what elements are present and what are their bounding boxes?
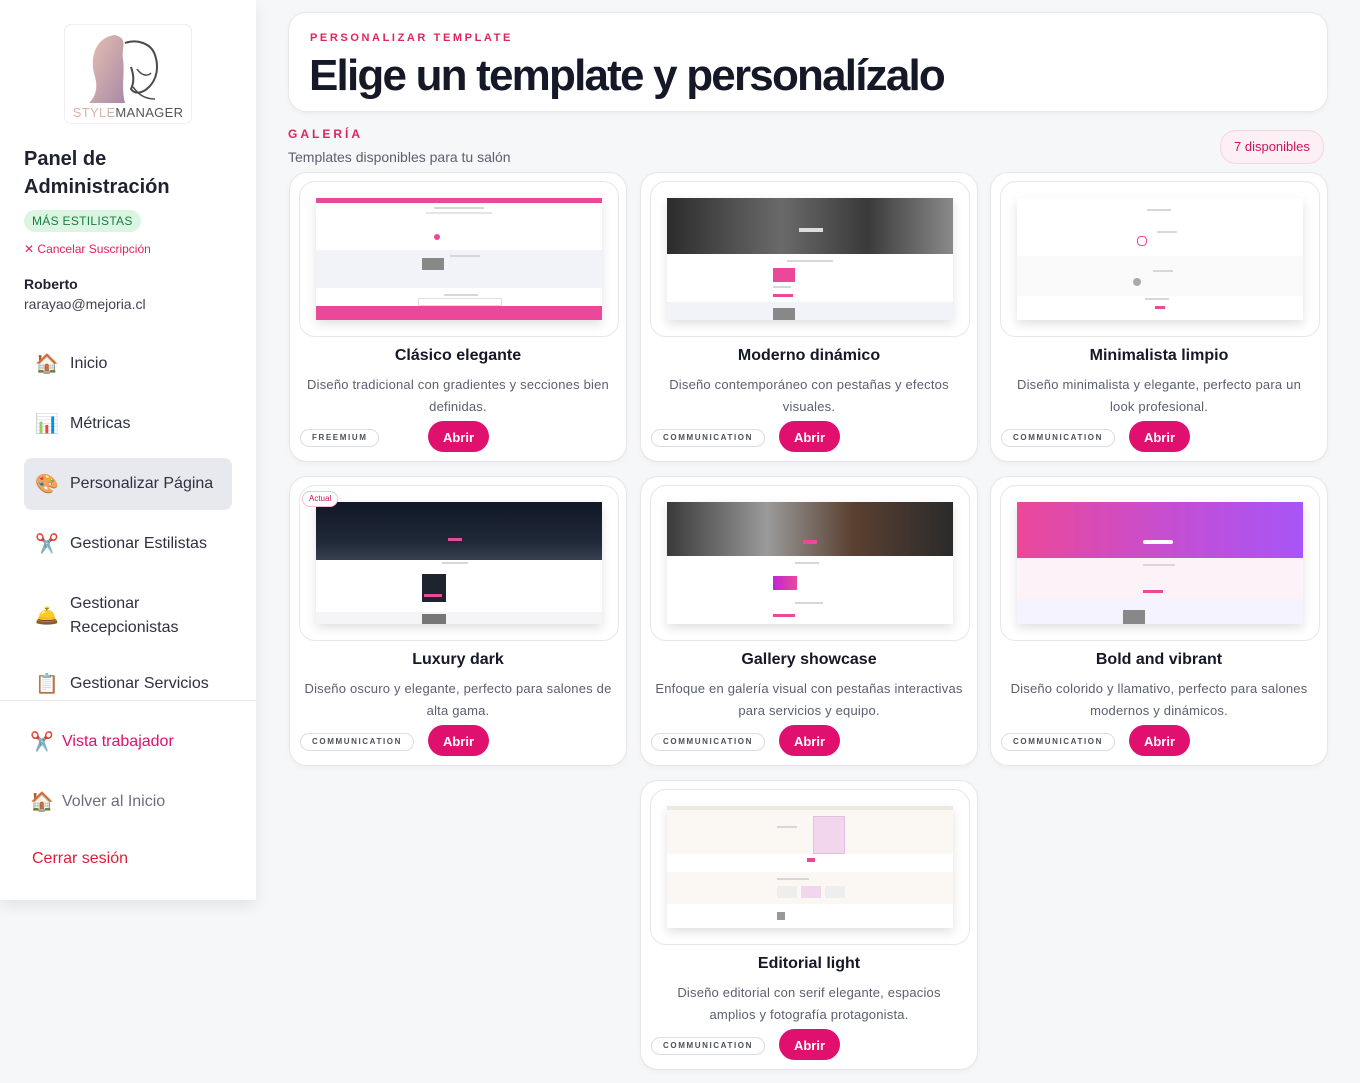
- nav-item-inicio[interactable]: 🏠 Inicio: [24, 338, 232, 390]
- template-preview-screenshot: [1017, 198, 1303, 320]
- template-card-editorial-light[interactable]: Editorial light Diseño editorial con ser…: [640, 780, 978, 1070]
- clipboard-icon: 📋: [35, 674, 59, 695]
- template-description: Diseño editorial con serif elegante, esp…: [677, 985, 941, 1022]
- current-template-badge: Actual: [302, 491, 339, 507]
- logo-faces-icon: [89, 35, 158, 103]
- template-preview[interactable]: [650, 485, 970, 641]
- scissors-icon: ✂️: [30, 732, 54, 753]
- bar-chart-icon: 📊: [35, 414, 59, 435]
- template-preview[interactable]: [1000, 181, 1320, 337]
- template-preview-screenshot: [667, 502, 953, 624]
- house-icon: 🏠: [30, 792, 54, 813]
- template-preview[interactable]: [650, 789, 970, 945]
- template-description: Diseño tradicional con gradientes y secc…: [307, 377, 609, 414]
- template-card-minimalista-limpio[interactable]: Minimalista limpio Diseño minimalista y …: [990, 172, 1328, 462]
- user-name: Roberto: [24, 276, 78, 292]
- nav-item-label: Gestionar Servicios: [70, 675, 209, 692]
- template-card-gallery-showcase[interactable]: Gallery showcase Enfoque en galería visu…: [640, 476, 978, 766]
- scissors-icon: ✂️: [35, 534, 59, 555]
- template-card-luxury-dark[interactable]: Actual Luxury dark Diseño oscuro y elega…: [289, 476, 627, 766]
- logout-label: Cerrar sesión: [32, 850, 129, 867]
- nav-item-personalizar-pagina[interactable]: 🎨 Personalizar Página: [24, 458, 232, 510]
- template-preview-screenshot: [316, 198, 602, 320]
- open-template-button[interactable]: Abrir: [428, 421, 489, 452]
- plan-tag: COMMUNICATION: [300, 733, 414, 751]
- available-count-badge: 7 disponibles: [1220, 130, 1324, 164]
- worker-view-label: Vista trabajador: [62, 733, 174, 750]
- user-email: rarayao@mejoria.cl: [24, 296, 146, 312]
- nav-item-gestionar-servicios[interactable]: 📋 Gestionar Servicios: [24, 658, 232, 710]
- template-name: Gallery showcase: [741, 651, 877, 668]
- template-name: Editorial light: [757, 955, 861, 972]
- logout-button[interactable]: Cerrar sesión: [32, 850, 128, 868]
- cancel-subscription-label: Cancelar Suscripción: [37, 242, 151, 256]
- template-preview-screenshot: [667, 806, 953, 928]
- template-preview[interactable]: [650, 181, 970, 337]
- plan-tag: FREEMIUM: [300, 429, 380, 447]
- logo-text-manager: MANAGER: [115, 105, 184, 120]
- close-icon: ✕: [24, 242, 35, 256]
- sidebar: STYLEMANAGER Panel de Administración MÁS…: [0, 0, 256, 900]
- template-name: Clásico elegante: [394, 347, 522, 364]
- page-header: PERSONALIZAR TEMPLATE Elige un template …: [288, 12, 1328, 112]
- open-template-button[interactable]: Abrir: [1129, 725, 1190, 756]
- plan-tag: COMMUNICATION: [1001, 429, 1115, 447]
- plan-tag: COMMUNICATION: [1001, 733, 1115, 751]
- template-preview[interactable]: [1000, 485, 1320, 641]
- palette-icon: 🎨: [35, 474, 59, 495]
- cancel-subscription-link[interactable]: ✕ Cancelar Suscripción: [24, 242, 151, 256]
- house-icon: 🏠: [35, 354, 59, 375]
- gallery-subtitle: Templates disponibles para tu salón: [288, 149, 511, 165]
- open-template-button[interactable]: Abrir: [428, 725, 489, 756]
- nav-item-label: Inicio: [70, 355, 108, 372]
- nav-item-gestionar-recepcionistas[interactable]: 🛎️ Gestionar Recepcionistas: [24, 586, 232, 646]
- header-eyebrow: PERSONALIZAR TEMPLATE: [310, 32, 513, 44]
- template-preview[interactable]: [299, 485, 619, 641]
- template-card-bold-and-vibrant[interactable]: Bold and vibrant Diseño colorido y llama…: [990, 476, 1328, 766]
- template-name: Minimalista limpio: [1089, 347, 1229, 364]
- nav-item-metricas[interactable]: 📊 Métricas: [24, 398, 232, 450]
- template-preview-screenshot: [667, 198, 953, 320]
- nav-item-label: Personalizar Página: [70, 475, 214, 492]
- back-home-label: Volver al Inicio: [62, 793, 166, 810]
- plan-tag: COMMUNICATION: [651, 1037, 765, 1055]
- nav-item-gestionar-estilistas[interactable]: ✂️ Gestionar Estilistas: [24, 518, 232, 570]
- template-description: Diseño oscuro y elegante, perfecto para …: [304, 681, 612, 718]
- nav-item-label: Gestionar Estilistas: [70, 535, 207, 552]
- back-home-link[interactable]: 🏠 Volver al Inicio: [30, 790, 165, 814]
- template-description: Diseño colorido y llamativo, perfecto pa…: [1010, 681, 1308, 718]
- template-description: Diseño minimalista y elegante, perfecto …: [1017, 377, 1301, 414]
- open-template-button[interactable]: Abrir: [779, 725, 840, 756]
- nav-item-label: Métricas: [70, 415, 131, 432]
- open-template-button[interactable]: Abrir: [779, 1029, 840, 1060]
- template-name: Moderno dinámico: [737, 347, 881, 364]
- nav-item-label: Gestionar Recepcionistas: [70, 595, 179, 636]
- plan-tag: COMMUNICATION: [651, 733, 765, 751]
- open-template-button[interactable]: Abrir: [1129, 421, 1190, 452]
- template-preview-screenshot: [1017, 502, 1303, 624]
- plan-badge: MÁS ESTILISTAS: [24, 210, 141, 232]
- template-name: Bold and vibrant: [1095, 651, 1223, 668]
- worker-view-link[interactable]: ✂️ Vista trabajador: [30, 730, 174, 754]
- style-manager-logo: STYLEMANAGER: [65, 25, 191, 123]
- open-template-button[interactable]: Abrir: [779, 421, 840, 452]
- bell-icon: 🛎️: [35, 606, 59, 627]
- panel-title: Panel de Administración: [24, 148, 170, 198]
- template-preview-screenshot: [316, 502, 602, 624]
- template-description: Diseño contemporáneo con pestañas y efec…: [669, 377, 949, 414]
- template-card-clasico-elegante[interactable]: Clásico elegante Diseño tradicional con …: [289, 172, 627, 462]
- template-preview[interactable]: [299, 181, 619, 337]
- template-card-moderno-dinamico[interactable]: Moderno dinámico Diseño contemporáneo co…: [640, 172, 978, 462]
- logo-text-style: STYLE: [72, 105, 116, 120]
- sidebar-divider: [0, 700, 256, 701]
- template-description: Enfoque en galería visual con pestañas i…: [655, 681, 963, 718]
- template-name: Luxury dark: [412, 651, 504, 668]
- gallery-eyebrow: GALERÍA: [288, 127, 363, 141]
- plan-tag: COMMUNICATION: [651, 429, 765, 447]
- page-title: Elige un template y personalízalo: [309, 51, 946, 100]
